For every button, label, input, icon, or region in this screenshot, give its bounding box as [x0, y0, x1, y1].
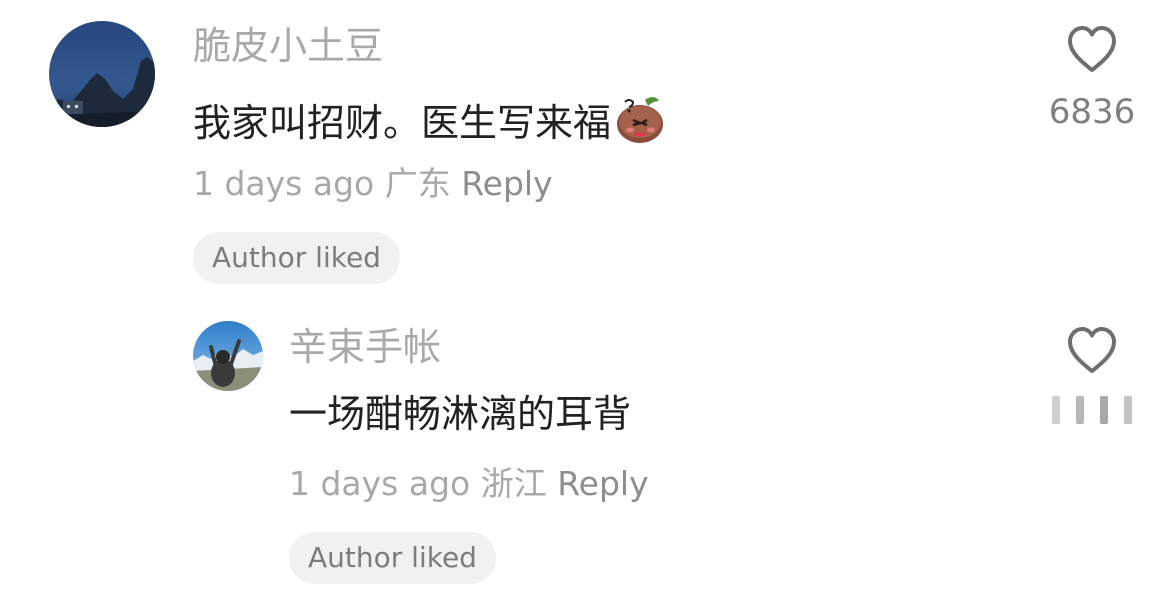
like-button[interactable]: [1065, 24, 1119, 76]
author-liked-badge: Author liked: [193, 232, 400, 284]
reply-button[interactable]: Reply: [557, 464, 648, 503]
shy-potato-emoji-icon: [613, 92, 667, 155]
author-liked-badge: Author liked: [289, 532, 496, 584]
comment-text: 一场酣畅淋漓的耳背: [289, 392, 632, 436]
heart-outline-icon: [1068, 26, 1116, 72]
comment-username[interactable]: 辛束手帐: [289, 325, 441, 369]
comment-time: 1 days ago: [289, 464, 471, 503]
comment-meta: 1 days ago 广东 Reply: [193, 164, 553, 204]
comment-username[interactable]: 脆皮小土豆: [193, 24, 383, 68]
like-button[interactable]: [1065, 325, 1119, 377]
comment-location: 广东: [384, 164, 451, 203]
like-count-loading-icon: [1052, 394, 1134, 426]
comment-location: 浙江: [480, 464, 547, 503]
reply-button[interactable]: Reply: [461, 164, 552, 203]
heart-outline-icon: [1068, 327, 1116, 373]
comment-text-content: 我家叫招财。医生写来福: [193, 101, 612, 145]
comment-meta: 1 days ago 浙江 Reply: [289, 464, 649, 504]
avatar[interactable]: [49, 21, 155, 127]
like-count: 6836: [1048, 92, 1136, 132]
comment-time: 1 days ago: [193, 164, 375, 203]
comment-text: 我家叫招财。医生写来福: [193, 92, 667, 155]
avatar[interactable]: [193, 321, 263, 391]
